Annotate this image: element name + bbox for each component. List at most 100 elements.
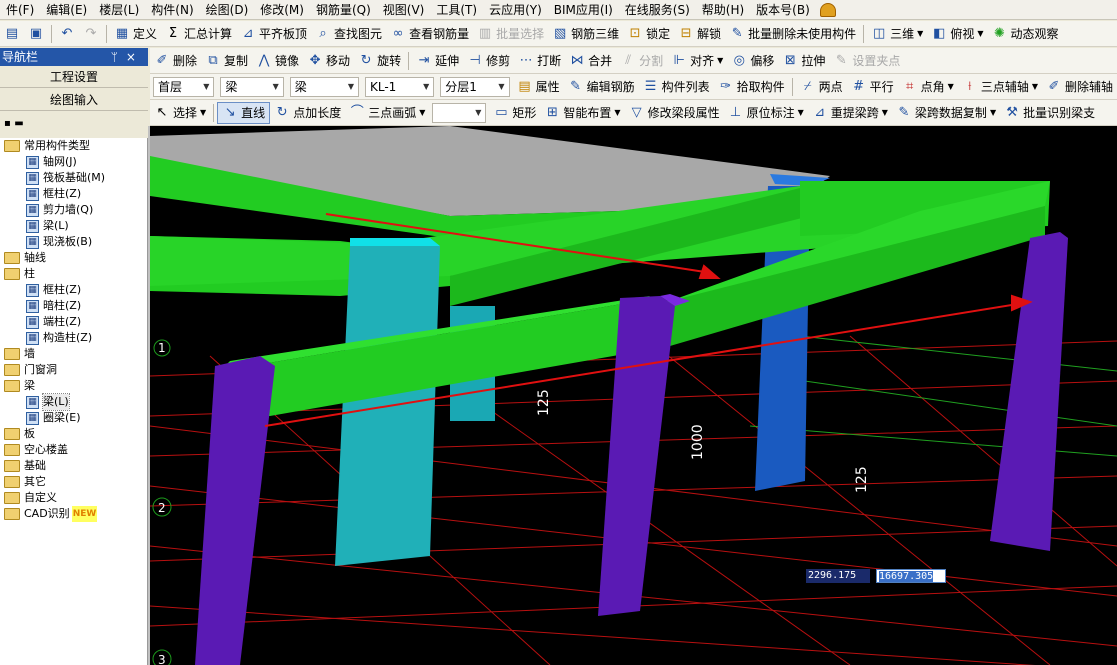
- three-point-axis-dropdown[interactable]: ⟊ 三点辅轴 ▼: [958, 76, 1042, 98]
- tree-item[interactable]: ▦ 圈梁(E): [0, 410, 147, 426]
- tree-folder[interactable]: 空心楼盖: [0, 442, 147, 458]
- tree-folder[interactable]: 轴线: [0, 250, 147, 266]
- menu-item[interactable]: 件(F): [0, 0, 40, 19]
- tree-item[interactable]: ▦ 现浇板(B): [0, 234, 147, 250]
- dynamic-view-button[interactable]: ✺ 动态观察: [988, 23, 1063, 45]
- arc-option-select[interactable]: ▼: [432, 102, 487, 123]
- edit-rebar-button[interactable]: ✎ 编辑钢筋: [564, 76, 639, 98]
- copy-button[interactable]: ⧉ 复制: [201, 50, 252, 72]
- tree-item[interactable]: ▦ 端柱(Z): [0, 314, 147, 330]
- delete-button[interactable]: ✐ 删除: [150, 50, 201, 72]
- floor-select[interactable]: 首层 ▼: [153, 76, 215, 97]
- tree-folder[interactable]: 其它: [0, 474, 147, 490]
- 3d-viewport[interactable]: 1 2 3 125 1000 125 2296.175 16697.305: [150, 126, 1117, 665]
- tree-item[interactable]: ▦ 筏板基础(M): [0, 170, 147, 186]
- tree-folder[interactable]: 门窗洞: [0, 362, 147, 378]
- type-select[interactable]: 梁 ▼: [220, 76, 284, 97]
- drawing-input-button[interactable]: 绘图输入: [0, 89, 148, 111]
- project-settings-button[interactable]: 工程设置: [0, 66, 148, 88]
- two-point-button[interactable]: ⌿ 两点: [796, 76, 847, 98]
- span-copy-dropdown[interactable]: ✎ 梁跨数据复制 ▼: [892, 102, 1000, 124]
- menu-item[interactable]: 云应用(Y): [483, 0, 548, 19]
- menu-item[interactable]: BIM应用(I): [548, 0, 619, 19]
- align-slab-button[interactable]: ⊿ 平齐板顶: [236, 23, 311, 45]
- panel-controls[interactable]: ᛘ×: [111, 48, 148, 66]
- stretch-button[interactable]: ⊠ 拉伸: [778, 50, 829, 72]
- break-button[interactable]: ⋯ 打断: [514, 50, 565, 72]
- menu-item[interactable]: 构件(N): [145, 0, 199, 19]
- subtype-select[interactable]: 梁 ▼: [289, 76, 359, 97]
- menu-item[interactable]: 帮助(H): [696, 0, 750, 19]
- menu-item[interactable]: 钢筋量(Q): [310, 0, 377, 19]
- layer-select[interactable]: 分层1 ▼: [440, 76, 510, 97]
- menu-item[interactable]: 工具(T): [430, 0, 483, 19]
- set-point-button[interactable]: ✎ 设置夹点: [829, 50, 904, 72]
- properties-button[interactable]: ▤ 属性: [513, 76, 564, 98]
- trim-button[interactable]: ⊣ 修剪: [463, 50, 514, 72]
- menu-item[interactable]: 视图(V): [377, 0, 431, 19]
- menu-item[interactable]: 编辑(E): [40, 0, 93, 19]
- select-dropdown[interactable]: ↖ 选择 ▼: [150, 102, 210, 124]
- rebar-3d-button[interactable]: ▧ 钢筋三维: [548, 23, 623, 45]
- rotate-button[interactable]: ↻ 旋转: [354, 50, 405, 72]
- mirror-button[interactable]: ⋀ 镜像: [252, 50, 303, 72]
- top-view-dropdown[interactable]: ◧ 俯视 ▼: [927, 23, 987, 45]
- open-button[interactable]: ▤: [0, 23, 24, 45]
- rectangle-button[interactable]: ▭ 矩形: [489, 102, 540, 124]
- split-button[interactable]: ⫽ 分割: [616, 50, 667, 72]
- redo-button[interactable]: ↷: [79, 23, 103, 45]
- batch-select-button[interactable]: ▥ 批量选择: [473, 23, 548, 45]
- component-select[interactable]: KL-1 ▼: [365, 76, 435, 97]
- line-button[interactable]: ↘ 直线: [217, 101, 271, 124]
- tree-item[interactable]: ▦ 梁(L): [0, 393, 147, 411]
- menu-item[interactable]: 在线服务(S): [619, 0, 696, 19]
- tree-folder[interactable]: 常用构件类型: [0, 138, 147, 154]
- tree-folder[interactable]: 柱: [0, 266, 147, 282]
- tree-item[interactable]: ▦ 剪力墙(Q): [0, 202, 147, 218]
- tree-folder[interactable]: 自定义: [0, 490, 147, 506]
- tree-item[interactable]: ▦ 暗柱(Z): [0, 298, 147, 314]
- tree-folder[interactable]: 基础: [0, 458, 147, 474]
- delete-axis-button[interactable]: ✐ 删除辅轴: [1042, 76, 1117, 98]
- menu-item[interactable]: 修改(M): [254, 0, 310, 19]
- find-button[interactable]: ⌕ 查找图元: [311, 23, 386, 45]
- point-angle-dropdown[interactable]: ⌗ 点角 ▼: [898, 76, 958, 98]
- batch-delete-button[interactable]: ✎ 批量删除未使用构件: [725, 23, 860, 45]
- batch-identify-button[interactable]: ⚒ 批量识别梁支: [1000, 102, 1099, 124]
- view-rebar-button[interactable]: ∞ 查看钢筋量: [386, 23, 473, 45]
- offset-button[interactable]: ◎ 偏移: [727, 50, 778, 72]
- modify-beam-button[interactable]: ▽ 修改梁段属性: [625, 102, 724, 124]
- undo-button[interactable]: ↶: [55, 23, 79, 45]
- save-button[interactable]: ▣: [24, 23, 48, 45]
- pick-component-button[interactable]: ✑ 拾取构件: [714, 76, 789, 98]
- helmet-icon[interactable]: [819, 2, 836, 17]
- sum-button[interactable]: Σ 汇总计算: [161, 23, 236, 45]
- menu-item[interactable]: 楼层(L): [93, 0, 145, 19]
- tree-folder[interactable]: 板: [0, 426, 147, 442]
- tree-item[interactable]: ▦ 框柱(Z): [0, 186, 147, 202]
- tree-folder[interactable]: CAD识别 NEW: [0, 506, 147, 522]
- tree-folder[interactable]: 墙: [0, 346, 147, 362]
- menu-item[interactable]: 绘图(D): [200, 0, 255, 19]
- tree-item[interactable]: ▦ 梁(L): [0, 218, 147, 234]
- align-dropdown[interactable]: ⊩ 对齐 ▼: [667, 50, 727, 72]
- view-mode-dropdown[interactable]: ◫ 三维 ▼: [867, 23, 927, 45]
- menu-item[interactable]: 版本号(B): [750, 0, 816, 19]
- re-span-dropdown[interactable]: ⊿ 重提梁跨 ▼: [808, 102, 892, 124]
- point-length-button[interactable]: ↻ 点加长度: [270, 102, 345, 124]
- component-list-button[interactable]: ☰ 构件列表: [639, 76, 714, 98]
- merge-button[interactable]: ⋈ 合并: [565, 50, 616, 72]
- move-button[interactable]: ✥ 移动: [303, 50, 354, 72]
- lock-button[interactable]: ⊡ 锁定: [623, 23, 674, 45]
- coordinate-y-input[interactable]: 16697.305: [876, 569, 946, 583]
- unlock-button[interactable]: ⊟ 解锁: [674, 23, 725, 45]
- collapse-icon[interactable]: ▪ ▬: [4, 118, 24, 129]
- smart-layout-dropdown[interactable]: ⊞ 智能布置 ▼: [540, 102, 624, 124]
- tree-item[interactable]: ▦ 框柱(Z): [0, 282, 147, 298]
- define-button[interactable]: ▦ 定义: [110, 23, 161, 45]
- tree-item[interactable]: ▦ 轴网(J): [0, 154, 147, 170]
- extend-button[interactable]: ⇥ 延伸: [412, 50, 463, 72]
- tree-item[interactable]: ▦ 构造柱(Z): [0, 330, 147, 346]
- original-mark-dropdown[interactable]: ⊥ 原位标注 ▼: [724, 102, 808, 124]
- tree-folder[interactable]: 梁: [0, 378, 147, 394]
